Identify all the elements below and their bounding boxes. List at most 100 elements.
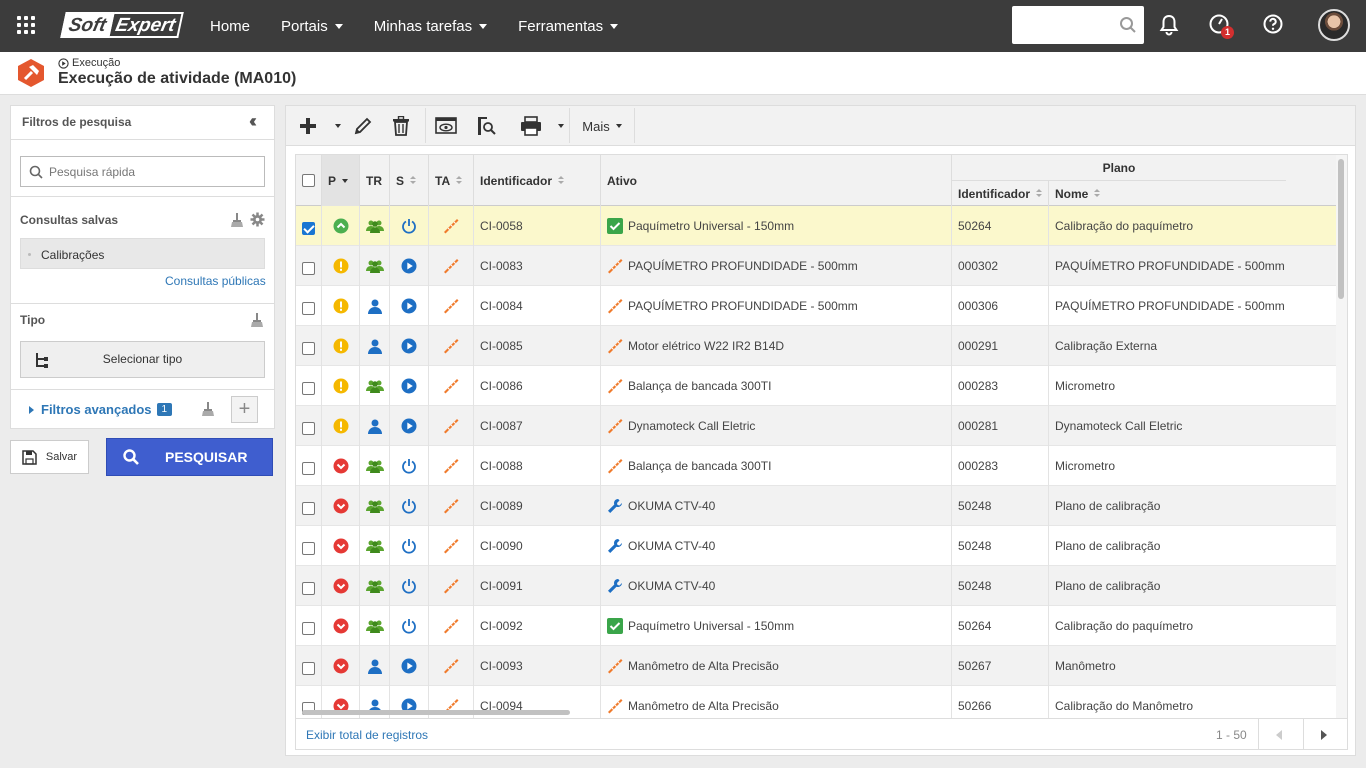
table-row[interactable]: CI-0089 OKUMA CTV-40 50248 Plano de calibra… [296, 486, 1336, 526]
table-row[interactable]: CI-0083 PAQUÍMETRO PROFUNDIDADE - 500mm 00… [296, 246, 1336, 286]
status-cell [390, 566, 429, 606]
more-menu-label: Mais [582, 118, 610, 134]
row-checkbox[interactable] [302, 462, 315, 475]
row-checkbox[interactable] [302, 422, 315, 435]
user-avatar[interactable] [1318, 9, 1350, 41]
add-button[interactable] [294, 106, 322, 146]
row-checkbox[interactable] [302, 382, 315, 395]
responsible-cell [360, 246, 390, 286]
more-menu-button[interactable]: Mais [576, 106, 628, 146]
next-page-button[interactable] [1303, 719, 1343, 750]
check-square-icon [607, 218, 623, 234]
calibration-ruler-icon [608, 339, 623, 354]
horizontal-scroll-thumb[interactable] [302, 710, 570, 715]
activity-type-cell [429, 366, 474, 406]
calibration-ruler-icon [444, 619, 459, 634]
print-button[interactable] [516, 106, 546, 146]
col-plan-identificador[interactable]: Identificador [952, 181, 1049, 206]
row-checkbox[interactable] [302, 262, 315, 275]
collapse-panel-icon[interactable]: ‹‹ [249, 111, 257, 132]
search-record-button[interactable] [472, 106, 500, 146]
sort-icon [410, 176, 417, 185]
plan-name-cell: Calibração do paquímetro [1055, 219, 1194, 233]
table-row[interactable]: CI-0084 PAQUÍMETRO PROFUNDIDADE - 500mm 00… [296, 286, 1336, 326]
plan-name-cell: PAQUÍMETRO PROFUNDIDADE - 500mm [1055, 259, 1285, 273]
table-row[interactable]: CI-0086 Balança de bancada 300TI 000283 Mic… [296, 366, 1336, 406]
show-total-link[interactable]: Exibir total de registros [306, 728, 428, 742]
apps-grid-icon[interactable] [17, 16, 35, 34]
broom-icon[interactable] [231, 213, 243, 227]
priority-cell [322, 566, 360, 606]
table-row[interactable]: CI-0087 Dynamoteck Call Eletric 000281 Dyna… [296, 406, 1336, 446]
col-ta[interactable]: TA [429, 155, 474, 206]
row-checkbox[interactable] [302, 662, 315, 675]
save-button[interactable]: Salvar [10, 440, 89, 474]
row-checkbox-cell [296, 566, 322, 606]
col-plan-identificador-label: Identificador [958, 186, 1031, 201]
row-checkbox[interactable] [302, 342, 315, 355]
gear-icon[interactable] [250, 212, 265, 227]
nav-home[interactable]: Home [210, 18, 250, 35]
vertical-scroll-thumb[interactable] [1338, 159, 1344, 299]
advanced-filters-toggle[interactable]: Filtros avançados 1 [29, 402, 173, 417]
view-button[interactable] [432, 106, 460, 146]
table-row[interactable]: CI-0085 Motor elétrico W22 IR2 B14D 000291… [296, 326, 1336, 366]
col-priority[interactable]: P [322, 155, 360, 206]
identifier-cell: CI-0089 [474, 486, 601, 526]
select-type-button[interactable]: Selecionar tipo [20, 341, 265, 378]
main-nav: Home Portais Minhas tarefas Ferramentas [210, 0, 649, 52]
row-checkbox[interactable] [302, 622, 315, 635]
plan-name-cell: Dynamoteck Call Eletric [1055, 419, 1183, 433]
table-row[interactable]: CI-0092 Paquímetro Universal - 150mm 50264… [296, 606, 1336, 646]
col-identificador[interactable]: Identificador [474, 155, 601, 206]
prev-page-button[interactable] [1258, 719, 1298, 750]
calibration-ruler-icon [608, 259, 623, 274]
row-checkbox[interactable] [302, 582, 315, 595]
vertical-scrollbar[interactable] [1336, 155, 1347, 718]
quick-search-placeholder: Pesquisa rápida [49, 165, 136, 179]
select-all-checkbox[interactable] [302, 174, 315, 187]
nav-portais[interactable]: Portais [281, 18, 343, 35]
row-checkbox[interactable] [302, 502, 315, 515]
edit-button[interactable] [349, 106, 377, 146]
col-priority-label: P [328, 173, 337, 188]
col-tr[interactable]: TR [360, 155, 390, 206]
table-row[interactable]: CI-0093 Manômetro de Alta Precisão 50267 Ma… [296, 646, 1336, 686]
breadcrumb[interactable]: Execução [58, 57, 120, 69]
identifier-cell: CI-0088 [474, 446, 601, 486]
row-checkbox[interactable] [302, 542, 315, 555]
table-row[interactable]: CI-0090 OKUMA CTV-40 50248 Plano de calibra… [296, 526, 1336, 566]
responsible-cell [360, 526, 390, 566]
broom-icon[interactable] [202, 402, 214, 416]
identifier-cell: CI-0092 [474, 606, 601, 646]
col-ativo[interactable]: Ativo [601, 155, 952, 206]
col-plan-nome[interactable]: Nome [1049, 181, 1286, 206]
public-queries-link[interactable]: Consultas públicas [165, 274, 266, 288]
table-row[interactable]: CI-0058 Paquímetro Universal - 150mm 50264… [296, 206, 1336, 246]
row-checkbox[interactable] [302, 222, 315, 235]
row-checkbox[interactable] [302, 302, 315, 315]
asset-label: Manômetro de Alta Precisão [628, 659, 779, 673]
help-icon[interactable] [1262, 13, 1284, 35]
broom-icon[interactable] [251, 313, 263, 327]
search-button[interactable]: PESQUISAR [106, 438, 273, 476]
bell-icon[interactable] [1159, 14, 1179, 36]
print-dropdown[interactable] [554, 106, 568, 146]
search-icon[interactable] [1119, 16, 1137, 34]
softexpert-logo[interactable]: Soft Expert [60, 12, 184, 38]
nav-minhas-tarefas[interactable]: Minhas tarefas [373, 17, 488, 35]
quick-search-input[interactable]: Pesquisa rápida [20, 156, 265, 187]
calibration-ruler-icon [608, 299, 623, 314]
global-search-input[interactable] [1012, 6, 1144, 44]
table-row[interactable]: CI-0091 OKUMA CTV-40 50248 Plano de calibra… [296, 566, 1336, 606]
table-row[interactable]: CI-0088 Balança de bancada 300TI 000283 Mic… [296, 446, 1336, 486]
add-filter-button[interactable]: + [231, 396, 258, 423]
add-dropdown[interactable] [330, 106, 346, 146]
delete-button[interactable] [387, 106, 415, 146]
col-status[interactable]: S [390, 155, 429, 206]
plan-identifier-cell: 000283 [952, 446, 1049, 486]
saved-query-item[interactable]: Calibrações [20, 238, 265, 269]
nav-ferramentas[interactable]: Ferramentas [518, 18, 619, 35]
nav-minhas-tarefas-label: Minhas tarefas [373, 17, 473, 35]
plan-identifier-cell: 000306 [952, 286, 1049, 326]
